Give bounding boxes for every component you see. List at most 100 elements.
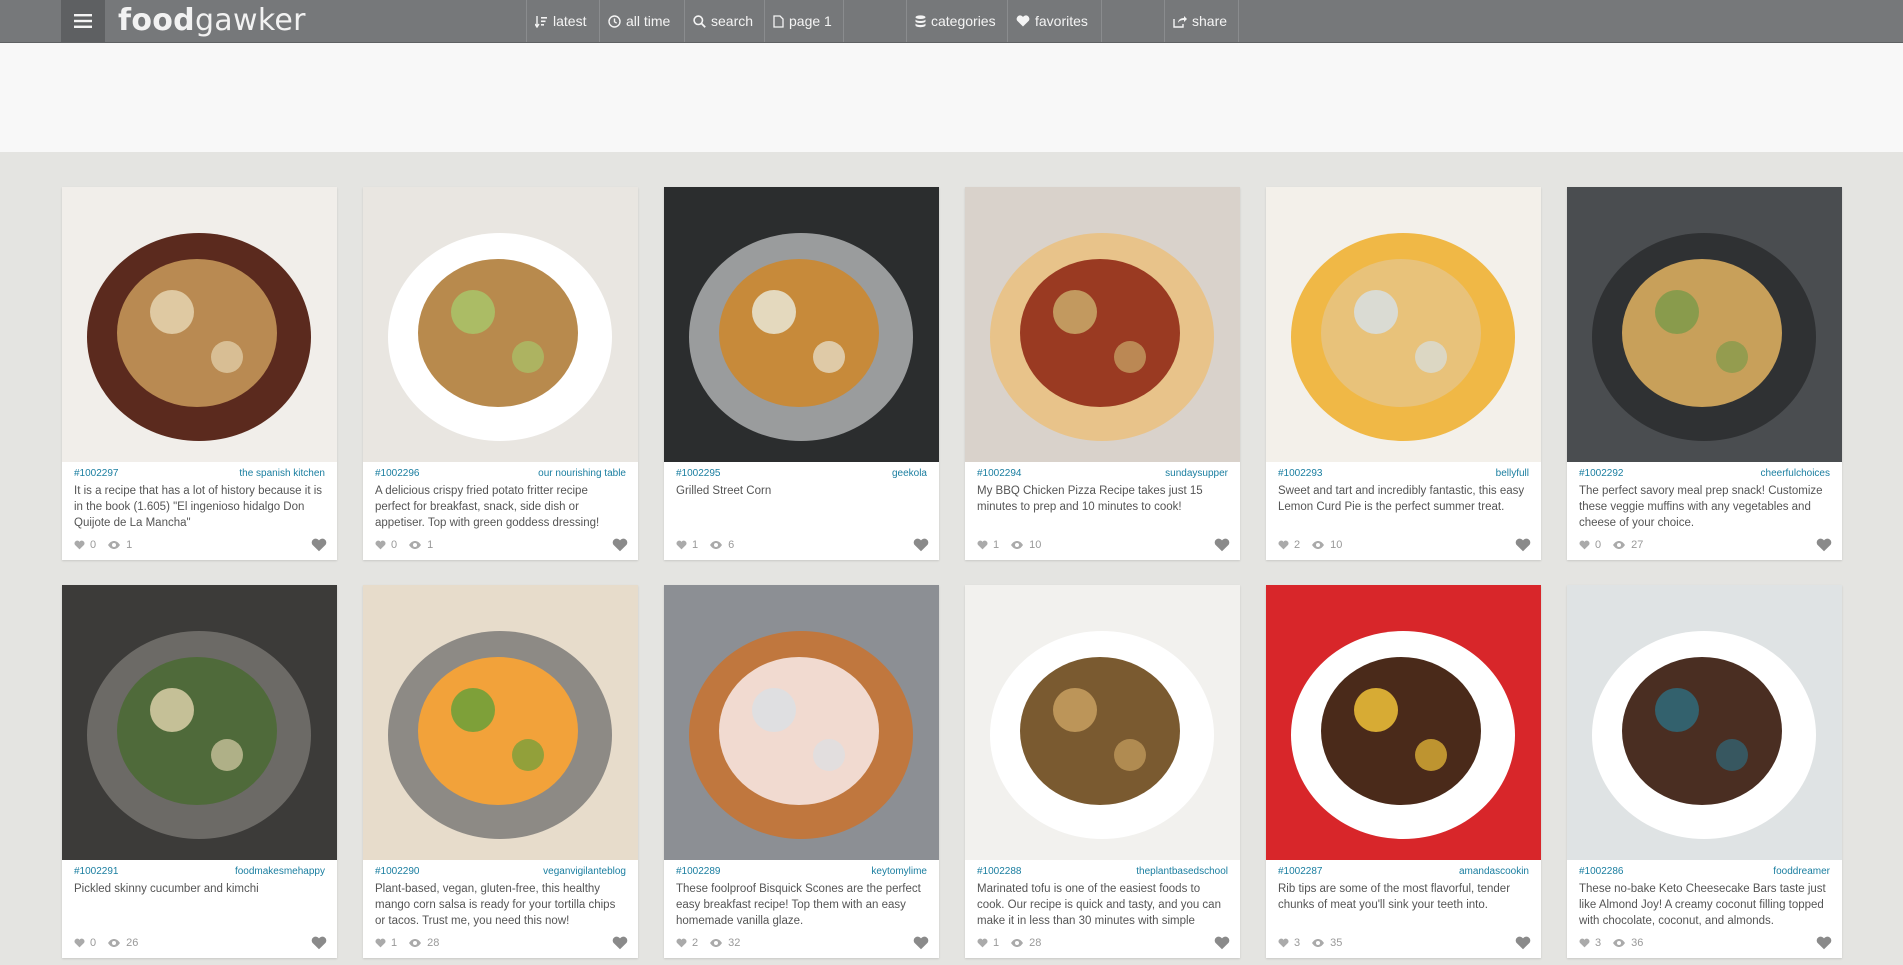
recipe-card[interactable]: #1002297 the spanish kitchen It is a rec… (62, 187, 337, 560)
heart-icon (977, 540, 988, 550)
recipe-card[interactable]: #1002294 sundaysupper My BBQ Chicken Piz… (965, 187, 1240, 560)
recipe-photo[interactable] (965, 187, 1240, 462)
recipe-card[interactable]: #1002289 keytomylime These foolproof Bis… (664, 585, 939, 958)
recipe-source[interactable]: foodmakesmehappy (235, 866, 325, 880)
nav-favorites[interactable]: favorites (1007, 0, 1102, 42)
favorite-heart-icon[interactable] (913, 936, 929, 950)
recipe-description[interactable]: Plant-based, vegan, gluten-free, this he… (375, 881, 626, 933)
favorite-heart-icon[interactable] (913, 538, 929, 552)
recipe-id[interactable]: #1002287 (1278, 866, 1323, 880)
recipe-source[interactable]: our nourishing table (538, 468, 626, 482)
nav-categories[interactable]: categories (906, 0, 1008, 42)
recipe-description[interactable]: Marinated tofu is one of the easiest foo… (977, 881, 1228, 933)
recipe-id[interactable]: #1002297 (74, 468, 119, 482)
recipe-stats: 1 10 (977, 538, 1041, 552)
recipe-card[interactable]: #1002293 bellyfull Sweet and tart and in… (1266, 187, 1541, 560)
recipe-description[interactable]: Grilled Street Corn (676, 483, 927, 535)
favorite-heart-icon[interactable] (1214, 538, 1230, 552)
nav-latest[interactable]: latest (526, 0, 600, 42)
recipe-source[interactable]: keytomylime (871, 866, 927, 880)
favorite-heart-icon[interactable] (1816, 538, 1832, 552)
heart-icon (74, 938, 85, 948)
recipe-id[interactable]: #1002295 (676, 468, 721, 482)
recipe-card[interactable]: #1002286 fooddreamer These no-bake Keto … (1567, 585, 1842, 958)
favorite-heart-icon[interactable] (1816, 936, 1832, 950)
recipe-description[interactable]: These foolproof Bisquick Scones are the … (676, 881, 927, 933)
recipe-photo[interactable] (363, 585, 638, 860)
favorite-heart-icon[interactable] (612, 538, 628, 552)
recipe-card[interactable]: #1002287 amandascookin Rib tips are some… (1266, 585, 1541, 958)
eye-icon (1011, 939, 1024, 947)
recipe-description[interactable]: Pickled skinny cucumber and kimchi (74, 881, 325, 933)
recipe-source[interactable]: sundaysupper (1165, 468, 1228, 482)
hamburger-menu-button[interactable] (61, 0, 105, 42)
recipe-photo[interactable] (1266, 187, 1541, 462)
recipe-card[interactable]: #1002291 foodmakesmehappy Pickled skinny… (62, 585, 337, 958)
site-logo[interactable]: foodgawker (118, 2, 306, 40)
favorite-heart-icon[interactable] (311, 936, 327, 950)
heart-icon (74, 540, 85, 550)
heart-icon (1016, 15, 1030, 27)
recipe-id[interactable]: #1002296 (375, 468, 420, 482)
nav-page-number[interactable]: page 1 (764, 0, 844, 42)
recipe-description[interactable]: Sweet and tart and incredibly fantastic,… (1278, 483, 1529, 535)
like-count: 3 (1294, 937, 1301, 949)
recipe-id[interactable]: #1002294 (977, 468, 1022, 482)
recipe-source[interactable]: fooddreamer (1773, 866, 1830, 880)
recipe-id[interactable]: #1002293 (1278, 468, 1323, 482)
recipe-photo[interactable] (1567, 585, 1842, 860)
recipe-description[interactable]: The perfect savory meal prep snack! Cust… (1579, 483, 1830, 535)
recipe-id[interactable]: #1002292 (1579, 468, 1624, 482)
recipe-photo[interactable] (62, 585, 337, 860)
recipe-source[interactable]: theplantbasedschool (1136, 866, 1228, 880)
heart-icon (1278, 938, 1289, 948)
like-count: 2 (1294, 539, 1301, 551)
recipe-photo[interactable] (1567, 187, 1842, 462)
recipe-source[interactable]: veganvigilanteblog (543, 866, 626, 880)
recipe-card[interactable]: #1002288 theplantbasedschool Marinated t… (965, 585, 1240, 958)
favorite-heart-icon[interactable] (311, 538, 327, 552)
recipe-card[interactable]: #1002290 veganvigilanteblog Plant-based,… (363, 585, 638, 958)
nav-share[interactable]: share (1164, 0, 1239, 42)
card-meta: #1002287 amandascookin (1278, 866, 1529, 880)
recipe-photo[interactable] (664, 585, 939, 860)
card-meta: #1002286 fooddreamer (1579, 866, 1830, 880)
like-count: 1 (993, 937, 1000, 949)
recipe-source[interactable]: bellyfull (1496, 468, 1529, 482)
recipe-id[interactable]: #1002286 (1579, 866, 1624, 880)
recipe-description[interactable]: A delicious crispy fried potato fritter … (375, 483, 626, 535)
heart-icon (1278, 540, 1289, 550)
favorite-heart-icon[interactable] (1214, 936, 1230, 950)
recipe-source[interactable]: cheerfulchoices (1761, 468, 1830, 482)
eye-icon (710, 541, 723, 549)
recipe-source[interactable]: geekola (892, 468, 927, 482)
recipe-card[interactable]: #1002292 cheerfulchoices The perfect sav… (1567, 187, 1842, 560)
recipe-source[interactable]: amandascookin (1459, 866, 1529, 880)
nav-all-time[interactable]: all time (599, 0, 685, 42)
clock-icon (608, 14, 621, 28)
view-count: 26 (126, 937, 139, 949)
recipe-description[interactable]: My BBQ Chicken Pizza Recipe takes just 1… (977, 483, 1228, 535)
recipe-id[interactable]: #1002289 (676, 866, 721, 880)
recipe-photo[interactable] (62, 187, 337, 462)
heart-icon (977, 938, 988, 948)
recipe-photo[interactable] (363, 187, 638, 462)
recipe-id[interactable]: #1002290 (375, 866, 420, 880)
sort-icon (535, 15, 547, 28)
recipe-photo[interactable] (1266, 585, 1541, 860)
recipe-id[interactable]: #1002291 (74, 866, 119, 880)
nav-search[interactable]: search (684, 0, 765, 42)
favorite-heart-icon[interactable] (1515, 538, 1531, 552)
favorite-heart-icon[interactable] (612, 936, 628, 950)
recipe-description[interactable]: These no-bake Keto Cheesecake Bars taste… (1579, 881, 1830, 933)
favorite-heart-icon[interactable] (1515, 936, 1531, 950)
recipe-description[interactable]: Rib tips are some of the most flavorful,… (1278, 881, 1529, 933)
recipe-description[interactable]: It is a recipe that has a lot of history… (74, 483, 325, 535)
recipe-photo[interactable] (965, 585, 1240, 860)
recipe-card[interactable]: #1002295 geekola Grilled Street Corn 1 6 (664, 187, 939, 560)
recipe-id[interactable]: #1002288 (977, 866, 1022, 880)
recipe-source[interactable]: the spanish kitchen (239, 468, 325, 482)
recipe-photo[interactable] (664, 187, 939, 462)
recipe-stats: 0 1 (74, 538, 132, 552)
recipe-card[interactable]: #1002296 our nourishing table A deliciou… (363, 187, 638, 560)
